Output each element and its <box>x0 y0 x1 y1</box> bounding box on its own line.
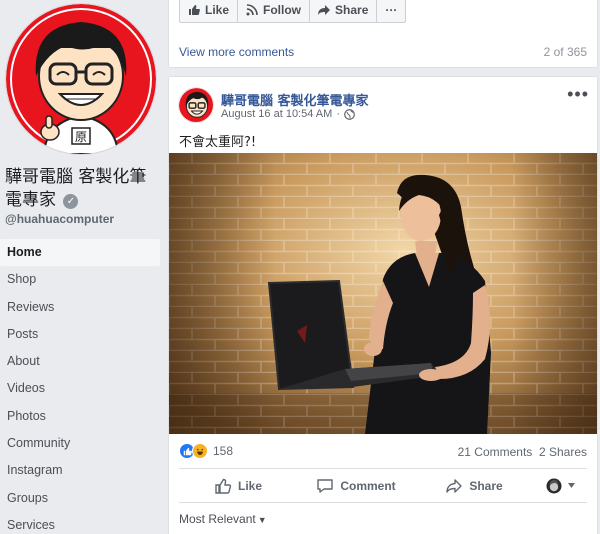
cartoon-avatar-icon: 原 <box>6 4 156 154</box>
comment-pager-count: 2 of 365 <box>543 45 587 59</box>
like-label: Like <box>205 3 230 17</box>
nav-item-posts[interactable]: Posts <box>0 321 160 348</box>
verified-badge-icon: ✓ <box>63 194 79 209</box>
post-engagement-stats: 21 Comments 2 Shares <box>458 445 587 459</box>
post-meta: August 16 at 10:54 AM · <box>221 108 355 120</box>
haha-reaction-icon <box>192 443 208 459</box>
view-more-comments-link[interactable]: View more comments <box>179 45 294 59</box>
post-photo[interactable] <box>169 153 597 434</box>
page-nav: Home Shop Reviews Posts About Videos Pho… <box>0 239 160 534</box>
share-arrow-icon <box>446 478 463 493</box>
nav-item-about[interactable]: About <box>0 348 160 375</box>
previous-post-card: Like Follow Share ··· View more comments… <box>168 0 598 68</box>
post-options-button[interactable]: ••• <box>567 85 589 103</box>
nav-item-groups[interactable]: Groups <box>0 485 160 512</box>
nav-item-photos[interactable]: Photos <box>0 403 160 430</box>
post-author-avatar[interactable] <box>178 87 214 123</box>
page-title[interactable]: 驊哥電腦 客製化筆電專家 ✓ <box>5 166 157 212</box>
page-profile-picture[interactable]: 原 <box>6 4 156 154</box>
previous-post-actions: Like Follow Share ··· <box>179 0 407 23</box>
post-comment-button[interactable]: Comment <box>297 469 415 502</box>
page-avatar-icon <box>546 478 561 493</box>
nav-item-home[interactable]: Home <box>0 239 160 267</box>
caret-down-icon: ▼ <box>257 515 267 525</box>
post-timestamp[interactable]: August 16 at 10:54 AM <box>221 108 332 120</box>
nav-item-reviews[interactable]: Reviews <box>0 294 160 321</box>
share-arrow-icon <box>318 5 331 15</box>
thumbs-up-icon <box>215 478 232 494</box>
share-button[interactable]: Share <box>310 0 378 22</box>
woman-holding-laptop-photo <box>169 153 597 434</box>
globe-icon[interactable] <box>344 108 355 120</box>
thumbs-up-icon <box>189 5 200 15</box>
post-like-label: Like <box>237 478 262 493</box>
nav-item-community[interactable]: Community <box>0 430 160 457</box>
post-share-button[interactable]: Share <box>415 469 533 502</box>
comment-sort-label: Most Relevant <box>179 512 256 526</box>
reaction-summary[interactable]: 158 <box>179 443 233 459</box>
comment-bubble-icon <box>317 478 334 493</box>
post-like-button[interactable]: Like <box>179 469 297 502</box>
nav-item-videos[interactable]: Videos <box>0 375 160 402</box>
page-username: @huahuacomputer <box>5 212 115 226</box>
nav-item-shop[interactable]: Shop <box>0 266 160 293</box>
post-comment-label: Comment <box>340 478 396 493</box>
more-options-button[interactable]: ··· <box>377 0 405 22</box>
post-card: 驊哥電腦 客製化筆電專家 August 16 at 10:54 AM · •••… <box>168 76 598 534</box>
post-author-name[interactable]: 驊哥電腦 客製化筆電專家 <box>221 90 369 109</box>
rss-follow-icon <box>246 4 258 16</box>
cartoon-avatar-icon <box>179 88 213 122</box>
post-as-selector[interactable] <box>533 469 587 502</box>
post-action-bar: Like Comment Share <box>179 468 587 503</box>
svg-text:原: 原 <box>75 130 87 144</box>
post-share-label: Share <box>469 478 503 493</box>
shares-count-link[interactable]: 2 Shares <box>539 445 587 459</box>
chevron-down-icon <box>567 483 575 488</box>
nav-item-services[interactable]: Services <box>0 512 160 534</box>
like-button[interactable]: Like <box>180 0 239 22</box>
more-label: ··· <box>385 3 398 17</box>
follow-label: Follow <box>263 3 302 17</box>
comments-count-link[interactable]: 21 Comments <box>458 445 533 459</box>
nav-item-instagram[interactable]: Instagram <box>0 457 160 484</box>
post-text: 不會太重阿?! <box>179 135 257 150</box>
page-sidebar: 原 驊哥電腦 客製化筆電專家 ✓ @huahuacomputer Home Sh… <box>0 0 160 534</box>
follow-button[interactable]: Follow <box>238 0 311 22</box>
reaction-count: 158 <box>213 444 234 458</box>
comment-sort-dropdown[interactable]: Most Relevant ▼ <box>179 512 267 526</box>
share-label: Share <box>335 3 369 17</box>
